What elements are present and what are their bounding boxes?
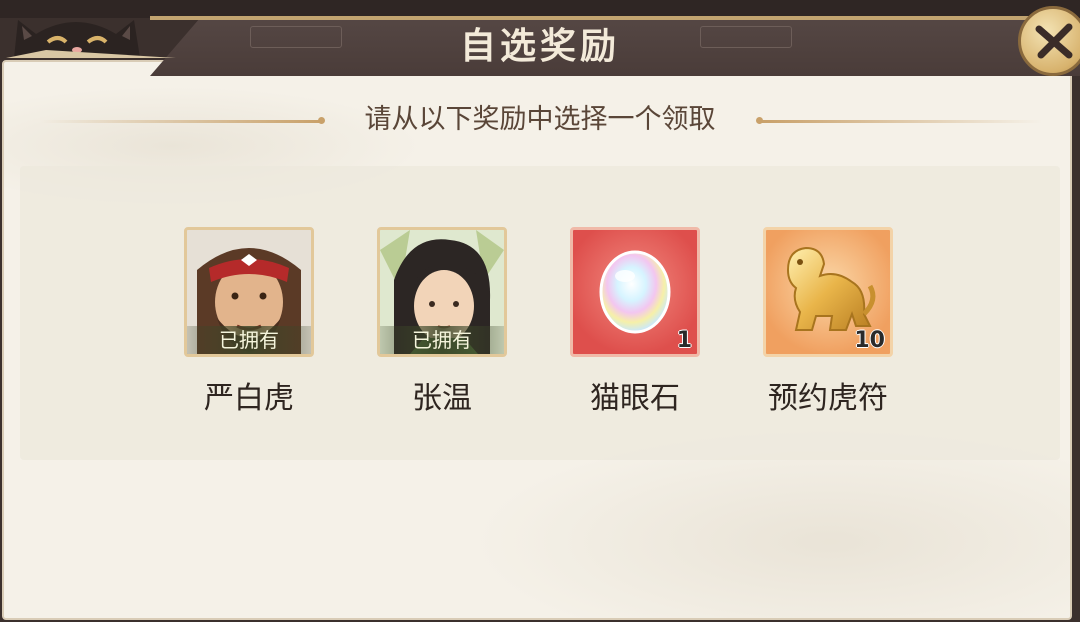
cat-mascot-icon (6, 0, 176, 58)
reward-name: 严白虎 (204, 381, 294, 416)
reward-item-tiger-tally[interactable]: 10 预约虎符 (763, 227, 893, 416)
close-button[interactable] (1018, 6, 1080, 76)
reward-panel (2, 60, 1072, 620)
reward-name: 预约虎符 (768, 381, 888, 416)
instruction-text: 请从以下奖励中选择一个领取 (364, 104, 716, 135)
reward-item-zhang-wen[interactable]: 已拥有 张温 (377, 227, 507, 416)
reward-item-cats-eye[interactable]: 1 猫眼石 (570, 227, 700, 416)
close-icon (1035, 23, 1073, 59)
owned-badge: 已拥有 (380, 326, 504, 354)
item-quantity: 1 (676, 328, 692, 353)
reward-name: 张温 (412, 381, 472, 416)
reward-name: 猫眼石 (590, 381, 680, 416)
divider-dot (318, 117, 325, 124)
subtitle-divider-left (40, 120, 320, 123)
subtitle-divider-right (762, 120, 1042, 123)
reward-item-yan-baihu[interactable]: 已拥有 严白虎 (184, 227, 314, 416)
item-quantity: 10 (854, 328, 885, 353)
owned-badge: 已拥有 (187, 326, 311, 354)
